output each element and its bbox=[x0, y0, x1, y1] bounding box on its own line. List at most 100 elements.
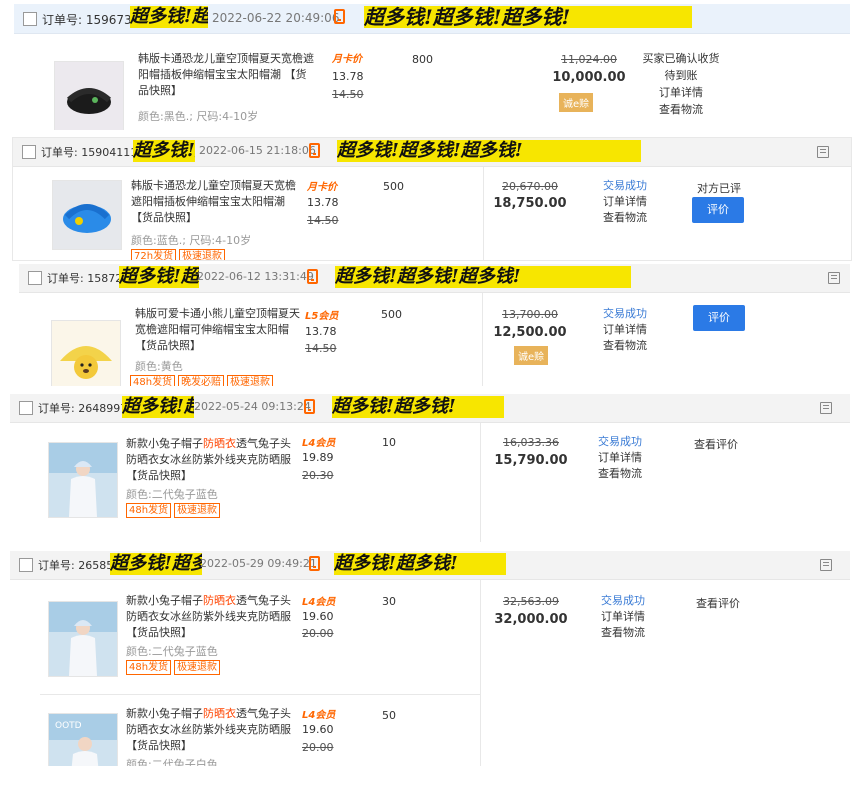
service-tag: 极速退款 bbox=[174, 503, 221, 518]
product-title[interactable]: 新款小兔子帽子防晒衣透气兔子头防晒衣女冰丝防紫外线夹克防晒服 【货品快照】 bbox=[126, 436, 298, 484]
order-checkbox[interactable] bbox=[28, 271, 42, 285]
order-checkbox[interactable] bbox=[22, 145, 36, 159]
product-title[interactable]: 韩版卡通恐龙儿童空顶帽夏天宽檐遮阳帽插板伸缩帽宝宝太阳帽潮 【货品快照】 bbox=[138, 51, 316, 99]
member-price-label: L4会员 bbox=[302, 438, 336, 449]
original-total: 16,033.36 bbox=[503, 436, 559, 449]
order-status[interactable]: 交易成功 bbox=[595, 306, 655, 322]
product-image[interactable] bbox=[54, 61, 124, 130]
order-checkbox[interactable] bbox=[19, 558, 33, 572]
column-divider bbox=[483, 167, 484, 260]
product-image[interactable]: OOTD bbox=[48, 713, 118, 766]
review-button[interactable]: 评价 bbox=[692, 197, 744, 223]
service-tag: 晚发必赔 bbox=[178, 375, 225, 386]
original-unit-price: 14.50 bbox=[307, 214, 339, 227]
unit-price: 19.60 bbox=[302, 723, 334, 736]
original-unit-price: 20.00 bbox=[302, 741, 334, 754]
product-title[interactable]: 新款小兔子帽子防晒衣透气兔子头防晒衣女冰丝防紫外线夹克防晒服 【货品快照】 bbox=[126, 706, 298, 754]
mobile-order-icon bbox=[309, 143, 320, 158]
member-price-label: 月卡价 bbox=[332, 54, 362, 65]
logistics-link[interactable]: 查看物流 bbox=[590, 466, 650, 482]
mobile-order-icon bbox=[307, 269, 318, 284]
view-review-link[interactable]: 查看评价 bbox=[694, 436, 738, 452]
message-icon[interactable] bbox=[817, 146, 829, 158]
order-header: 订单号: 159041118 超多钱!超多钱!超多钱! 2022-06-15 2… bbox=[13, 138, 851, 167]
order-checkbox[interactable] bbox=[19, 401, 33, 415]
quantity: 800 bbox=[412, 53, 433, 66]
product-title[interactable]: 韩版卡通恐龙儿童空顶帽夏天宽檐遮阳帽插板伸缩帽宝宝太阳帽潮 【货品快照】 bbox=[131, 178, 303, 226]
order-status: 买家已确认收货 bbox=[642, 52, 720, 65]
order-detail-link[interactable]: 订单详情 bbox=[593, 609, 653, 625]
original-total: 13,700.00 bbox=[502, 308, 558, 321]
order-header: 订单号: 26585 超多钱!超多钱! 2022-05-29 09:49:21 … bbox=[10, 551, 850, 580]
logistics-link[interactable]: 查看物流 bbox=[595, 210, 655, 226]
message-icon[interactable] bbox=[820, 402, 832, 414]
cap-image bbox=[66, 88, 112, 114]
message-icon[interactable] bbox=[820, 559, 832, 571]
order-card: 订单号: 26489971 超多钱!超多钱! 2022-05-24 09:13:… bbox=[10, 394, 850, 542]
order-card: 订单号: 26585 超多钱!超多钱! 2022-05-29 09:49:21 … bbox=[10, 551, 850, 766]
logistics-link[interactable]: 查看物流 bbox=[595, 338, 655, 354]
order-detail-link[interactable]: 订单详情 bbox=[595, 322, 655, 338]
member-price-label: L4会员 bbox=[302, 597, 336, 608]
order-detail-link[interactable]: 订单详情 bbox=[595, 194, 655, 210]
credit-badge: 诚e赊 bbox=[514, 346, 549, 365]
sun-jacket-image: OOTD bbox=[49, 714, 117, 766]
product-image[interactable] bbox=[51, 320, 121, 386]
order-status[interactable]: 交易成功 bbox=[593, 593, 653, 609]
quantity: 500 bbox=[383, 180, 404, 193]
scribble-mark: 超多钱!超多钱!超多钱! bbox=[337, 140, 641, 162]
unit-price: 19.60 bbox=[302, 610, 334, 623]
logistics-link[interactable]: 查看物流 bbox=[593, 625, 653, 641]
quantity: 500 bbox=[381, 308, 402, 321]
service-tags: 48h发货 极速退款 bbox=[126, 502, 223, 518]
unit-price: 13.78 bbox=[332, 70, 364, 83]
original-unit-price: 20.00 bbox=[302, 627, 334, 640]
service-tag: 极速退款 bbox=[174, 660, 221, 675]
product-title[interactable]: 新款小兔子帽子防晒衣透气兔子头防晒衣女冰丝防紫外线夹克防晒服 【货品快照】 bbox=[126, 593, 298, 641]
product-title[interactable]: 韩版可爱卡通小熊儿童空顶帽夏天宽檐遮阳帽可伸缩帽宝宝太阳帽 【货品快照】 bbox=[135, 306, 307, 354]
order-number: 订单号: 26489971 bbox=[38, 402, 135, 415]
review-status: 对方已评 bbox=[697, 182, 741, 195]
title-text: 新款小兔子帽子 bbox=[126, 594, 203, 607]
member-price-label: 月卡价 bbox=[307, 182, 337, 193]
logistics-link[interactable]: 查看物流 bbox=[636, 102, 726, 118]
pending-payout: 待到账 bbox=[664, 69, 698, 82]
scribble-mark: 超多钱!超多钱!超多钱! bbox=[133, 140, 195, 162]
order-detail-link[interactable]: 订单详情 bbox=[590, 450, 650, 466]
scribble-mark: 超多钱!超多钱!超多钱! bbox=[364, 6, 692, 28]
product-spec: 颜色:二代兔子蓝色 bbox=[126, 645, 218, 658]
original-unit-price: 20.30 bbox=[302, 469, 334, 482]
order-time: 2022-06-12 13:31:49 bbox=[197, 270, 314, 283]
product-image[interactable] bbox=[48, 442, 118, 518]
service-tags: 48h发货 极速退款 bbox=[126, 659, 223, 675]
order-status[interactable]: 交易成功 bbox=[595, 178, 655, 194]
view-review-link[interactable]: 查看评价 bbox=[696, 595, 740, 611]
service-tag: 72h发货 bbox=[131, 249, 177, 260]
service-tag: 48h发货 bbox=[130, 375, 176, 386]
service-tags: 48h发货 晚发必赔 极速退款 bbox=[130, 374, 276, 386]
order-card: 订单号: 158721 超多钱!超多钱!超多钱! 2022-06-12 13:3… bbox=[19, 264, 850, 386]
order-checkbox[interactable] bbox=[23, 12, 37, 26]
paid-total: 18,750.00 bbox=[493, 196, 567, 211]
quantity: 50 bbox=[382, 709, 396, 722]
scribble-mark: 超多钱!超多钱! bbox=[110, 553, 202, 575]
quantity: 30 bbox=[382, 595, 396, 608]
product-spec: 颜色:黑色.; 尺码:4-10岁 bbox=[138, 110, 259, 123]
review-button[interactable]: 评价 bbox=[693, 305, 745, 331]
order-card: 订单号: 159673 超多钱!超多钱!超多钱! 2022-06-22 20:4… bbox=[14, 4, 850, 130]
message-icon[interactable] bbox=[828, 272, 840, 284]
order-number: 订单号: 158721 bbox=[47, 272, 130, 285]
service-tag: 48h发货 bbox=[126, 660, 172, 675]
order-status[interactable]: 交易成功 bbox=[590, 434, 650, 450]
paid-total: 32,000.00 bbox=[494, 612, 568, 627]
title-keyword: 防晒衣 bbox=[203, 594, 236, 607]
product-image[interactable] bbox=[48, 601, 118, 677]
member-price-label: L4会员 bbox=[302, 710, 336, 721]
item-divider bbox=[40, 694, 480, 695]
scribble-mark: 超多钱!超多钱! bbox=[122, 396, 194, 418]
product-image[interactable] bbox=[52, 180, 122, 250]
order-detail-link[interactable]: 订单详情 bbox=[636, 85, 726, 101]
sun-jacket-image bbox=[49, 443, 117, 517]
mobile-order-icon bbox=[304, 399, 315, 414]
product-spec: 颜色:二代兔子蓝色 bbox=[126, 488, 218, 501]
